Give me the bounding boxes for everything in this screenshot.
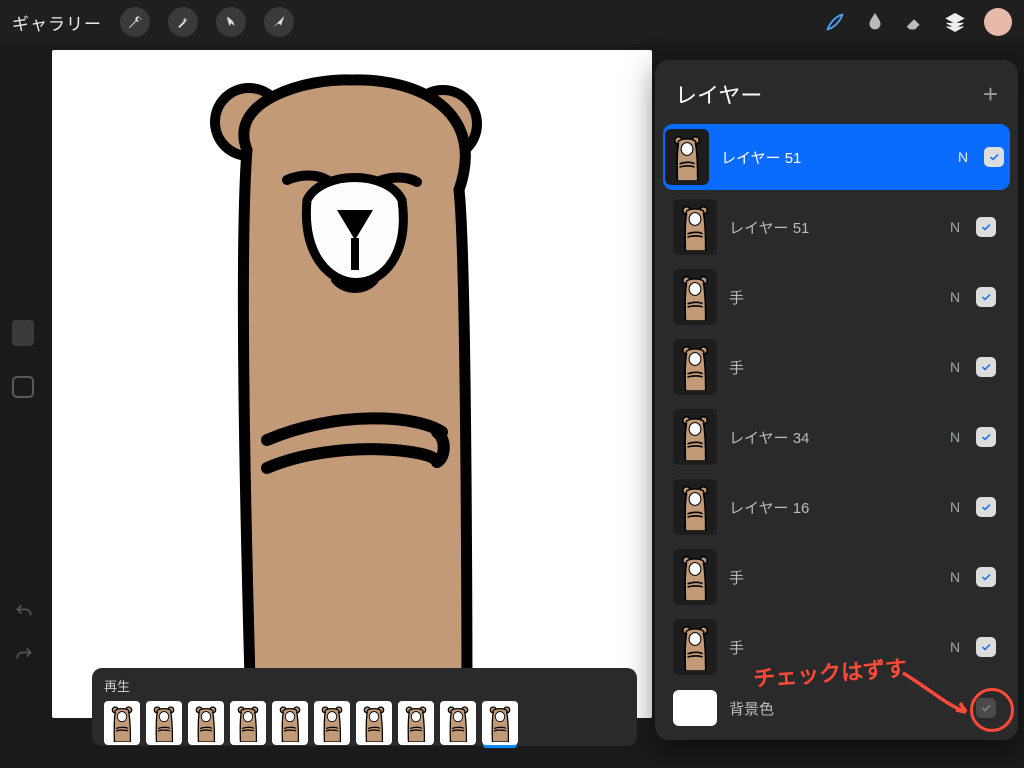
timeline-frame[interactable] bbox=[230, 701, 266, 745]
background-label: 背景色 bbox=[729, 698, 964, 719]
timeline-frame[interactable] bbox=[398, 701, 434, 745]
blend-mode-label[interactable]: N bbox=[954, 149, 972, 165]
layer-visibility-checkbox[interactable] bbox=[976, 567, 996, 587]
timeline-frame[interactable] bbox=[104, 701, 140, 745]
animation-timeline: 再生 bbox=[92, 668, 637, 746]
blend-mode-label[interactable]: N bbox=[946, 639, 964, 655]
undo-icon[interactable] bbox=[14, 602, 34, 627]
background-visibility-checkbox[interactable] bbox=[976, 698, 996, 718]
brush-opacity-slider[interactable] bbox=[12, 376, 34, 398]
layer-thumbnail bbox=[673, 619, 717, 675]
layer-visibility-checkbox[interactable] bbox=[976, 217, 996, 237]
layer-row[interactable]: 手N bbox=[663, 264, 1010, 330]
layer-thumbnail bbox=[673, 479, 717, 535]
layer-name-label: レイヤー 51 bbox=[721, 147, 942, 168]
blend-mode-label[interactable]: N bbox=[946, 219, 964, 235]
move-icon[interactable] bbox=[264, 7, 294, 37]
layer-thumbnail bbox=[665, 129, 709, 185]
blend-mode-label[interactable]: N bbox=[946, 499, 964, 515]
blend-mode-label[interactable]: N bbox=[946, 289, 964, 305]
layer-row[interactable]: 手N bbox=[663, 544, 1010, 610]
frames-strip bbox=[104, 701, 625, 745]
timeline-frame[interactable] bbox=[440, 701, 476, 745]
layer-thumbnail bbox=[673, 199, 717, 255]
wand-icon[interactable] bbox=[168, 7, 198, 37]
smudge-icon[interactable] bbox=[864, 11, 886, 33]
layer-thumbnail bbox=[673, 409, 717, 465]
layer-name-label: 手 bbox=[729, 357, 934, 378]
layers-panel: レイヤー + レイヤー 51N レイヤー 51N 手N 手N レイヤー 34N … bbox=[655, 60, 1018, 740]
layers-panel-title: レイヤー bbox=[675, 78, 762, 110]
canvas[interactable] bbox=[52, 50, 652, 718]
wrench-icon[interactable] bbox=[120, 7, 150, 37]
background-swatch bbox=[673, 690, 717, 726]
layer-row[interactable]: 手N bbox=[663, 334, 1010, 400]
layer-row[interactable]: レイヤー 51 N bbox=[663, 194, 1010, 260]
eraser-icon[interactable] bbox=[904, 11, 926, 33]
layer-visibility-checkbox[interactable] bbox=[976, 427, 996, 447]
brush-icon[interactable] bbox=[824, 11, 846, 33]
layer-name-label: 手 bbox=[729, 567, 934, 588]
background-layer-row[interactable]: 背景色 bbox=[663, 684, 1010, 732]
layers-icon[interactable] bbox=[944, 11, 966, 33]
color-swatch[interactable] bbox=[984, 8, 1012, 36]
brush-size-slider[interactable] bbox=[12, 320, 34, 346]
blend-mode-label[interactable]: N bbox=[946, 429, 964, 445]
redo-icon[interactable] bbox=[14, 645, 34, 670]
timeline-frame[interactable] bbox=[146, 701, 182, 745]
left-sidebar bbox=[6, 70, 42, 710]
layer-visibility-checkbox[interactable] bbox=[976, 287, 996, 307]
timeline-frame[interactable] bbox=[356, 701, 392, 745]
layer-thumbnail bbox=[673, 269, 717, 325]
blend-mode-label[interactable]: N bbox=[946, 359, 964, 375]
layer-row[interactable]: レイヤー 34 N bbox=[663, 404, 1010, 470]
layer-visibility-checkbox[interactable] bbox=[976, 637, 996, 657]
layer-name-label: 手 bbox=[729, 287, 934, 308]
layer-row[interactable]: 手N bbox=[663, 614, 1010, 680]
layer-name-label: レイヤー 51 bbox=[729, 217, 934, 238]
layer-visibility-checkbox[interactable] bbox=[976, 357, 996, 377]
layer-visibility-checkbox[interactable] bbox=[984, 147, 1004, 167]
layer-thumbnail bbox=[673, 339, 717, 395]
layer-row[interactable]: レイヤー 51 N bbox=[663, 124, 1010, 190]
layer-visibility-checkbox[interactable] bbox=[976, 497, 996, 517]
add-layer-button[interactable]: + bbox=[983, 79, 998, 110]
layer-thumbnail bbox=[673, 549, 717, 605]
timeline-frame[interactable] bbox=[482, 701, 518, 745]
play-button[interactable]: 再生 bbox=[104, 676, 625, 695]
layer-name-label: レイヤー 34 bbox=[729, 427, 934, 448]
canvas-artwork bbox=[187, 60, 517, 720]
timeline-frame[interactable] bbox=[314, 701, 350, 745]
timeline-frame[interactable] bbox=[188, 701, 224, 745]
timeline-frame[interactable] bbox=[272, 701, 308, 745]
top-toolbar: ギャラリー bbox=[0, 0, 1024, 44]
selection-icon[interactable] bbox=[216, 7, 246, 37]
layer-name-label: レイヤー 16 bbox=[729, 497, 934, 518]
layer-row[interactable]: レイヤー 16 N bbox=[663, 474, 1010, 540]
layer-name-label: 手 bbox=[729, 637, 934, 658]
gallery-button[interactable]: ギャラリー bbox=[12, 10, 102, 35]
blend-mode-label[interactable]: N bbox=[946, 569, 964, 585]
